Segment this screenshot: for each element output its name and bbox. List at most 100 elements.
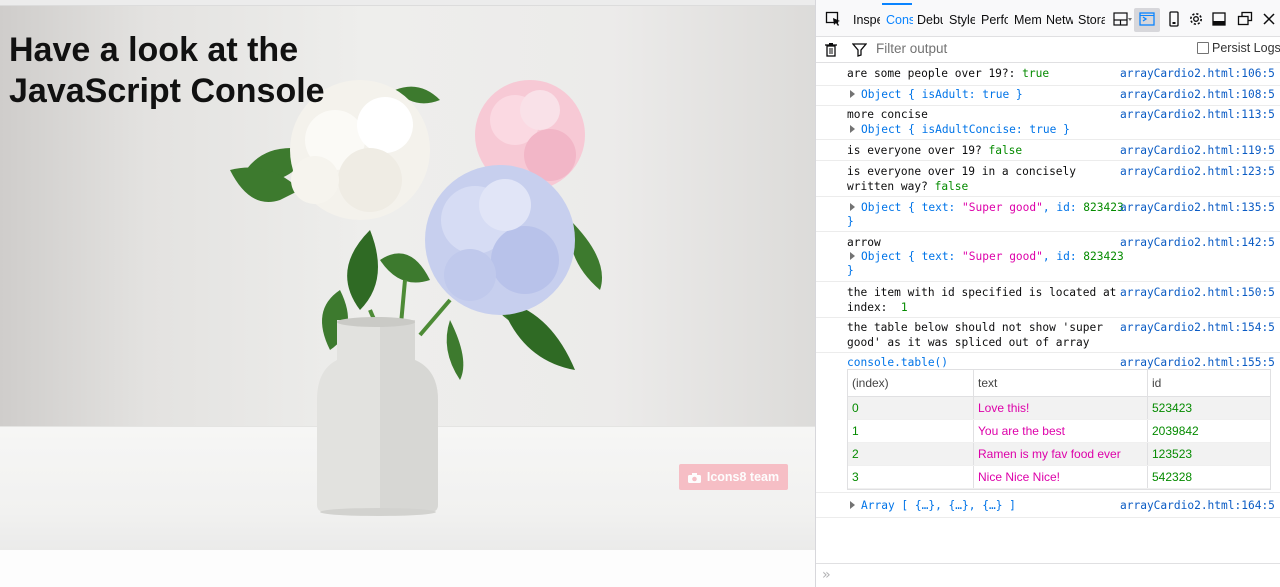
table-cell: Love this! <box>974 397 1148 419</box>
persist-logs-checkbox[interactable] <box>1197 42 1209 54</box>
log-object[interactable]: Object { text: <box>861 250 962 263</box>
source-link[interactable]: arrayCardio2.html:150:5 <box>1120 285 1275 300</box>
console-message: arrow Object { text: "Super good", id: 8… <box>816 232 1280 282</box>
log-value: true <box>1022 67 1050 80</box>
console-output: are some people over 19?: true arrayCard… <box>816 63 1280 563</box>
source-link[interactable]: arrayCardio2.html:108:5 <box>1120 87 1275 102</box>
log-text: are some people over 19?: <box>847 67 1016 80</box>
persist-logs-label: Persist Logs <box>1212 41 1280 55</box>
source-link[interactable]: arrayCardio2.html:155:5 <box>1120 355 1275 370</box>
tab-network[interactable]: Network <box>1046 12 1073 28</box>
tab-storage[interactable]: Storage <box>1078 12 1105 28</box>
log-text: is everyone over 19 in a concisely <box>847 165 1077 178</box>
source-link[interactable]: arrayCardio2.html:135:5 <box>1120 200 1275 215</box>
active-tab-indicator <box>882 3 912 5</box>
source-link[interactable]: arrayCardio2.html:119:5 <box>1120 143 1275 158</box>
table-row: 0 Love this! 523423 <box>848 397 1270 420</box>
table-cell: Ramen is my fav food ever <box>974 443 1148 465</box>
table-header-row: (index) text id <box>848 370 1270 397</box>
table-cell: 0 <box>848 397 974 419</box>
tab-style-editor[interactable]: Style Editor <box>949 12 975 28</box>
console-filter-bar: Filter output Persist Logs <box>816 37 1280 63</box>
console-message: Object { isAdult: true } arrayCardio2.ht… <box>816 86 1280 106</box>
expand-triangle-icon[interactable] <box>850 203 855 211</box>
log-string: "Super good" <box>962 250 1043 263</box>
responsive-frames-icon[interactable] <box>1113 11 1132 27</box>
table-cell: 523423 <box>1152 401 1193 415</box>
split-console-icon[interactable] <box>1139 11 1157 27</box>
source-link[interactable]: arrayCardio2.html:106:5 <box>1120 66 1275 81</box>
source-link[interactable]: arrayCardio2.html:123:5 <box>1120 164 1275 179</box>
devtools-panel: Inspector Console Debugger Style Editor … <box>815 0 1280 587</box>
log-object[interactable]: Object { text: <box>861 201 962 214</box>
log-string: "Super good" <box>962 201 1043 214</box>
log-text: console.table() <box>847 356 949 369</box>
log-object-close: } <box>847 264 854 277</box>
console-message: the item with id specified is located at… <box>816 282 1280 318</box>
filter-icon <box>851 42 869 59</box>
log-object-mid: , id: <box>1042 250 1084 263</box>
log-object-mid: , id: <box>1042 201 1084 214</box>
table-header-cell[interactable]: (index) <box>848 370 974 396</box>
photo-credit-text: Icons8 team <box>706 470 780 484</box>
page-title-line-1: Have a look at the <box>9 31 299 69</box>
expand-triangle-icon[interactable] <box>850 252 855 260</box>
console-input[interactable]: » <box>816 563 1280 587</box>
filter-output-input[interactable]: Filter output <box>876 41 947 56</box>
expand-triangle-icon[interactable] <box>850 90 855 98</box>
table-row: 1 You are the best 2039842 <box>848 420 1270 443</box>
console-message: is everyone over 19? false arrayCardio2.… <box>816 140 1280 161</box>
log-number: 823423 <box>1083 201 1124 214</box>
tab-performance[interactable]: Performance <box>981 12 1008 28</box>
table-cell: You are the best <box>974 420 1148 442</box>
log-value: false <box>934 180 969 193</box>
log-object[interactable]: Array [ {…}, {…}, {…} ] <box>861 499 1016 512</box>
table-row: 3 Nice Nice Nice! 542328 <box>848 466 1270 489</box>
expand-triangle-icon[interactable] <box>850 501 855 509</box>
tab-inspector[interactable]: Inspector <box>853 12 880 28</box>
table-cell: 2039842 <box>1152 424 1199 438</box>
table-cell: Nice Nice Nice! <box>974 466 1148 488</box>
log-text: is everyone over 19? <box>847 144 982 157</box>
source-link[interactable]: arrayCardio2.html:154:5 <box>1120 320 1275 335</box>
close-icon[interactable] <box>1261 11 1279 27</box>
expand-triangle-icon[interactable] <box>850 125 855 133</box>
table-header-cell[interactable]: id <box>1148 370 1270 396</box>
console-message: Object { text: "Super good", id: 823423 … <box>816 197 1280 232</box>
tab-console[interactable]: Console <box>886 12 913 28</box>
log-number: 823423 <box>1083 250 1124 263</box>
hydrangea-vase-photo <box>230 80 602 516</box>
table-cell: 1 <box>848 420 974 442</box>
separate-window-icon[interactable] <box>1237 11 1255 27</box>
dock-bottom-icon[interactable] <box>1211 11 1229 27</box>
element-picker-icon[interactable] <box>825 10 842 27</box>
log-object-close: } <box>847 215 854 228</box>
tab-debugger[interactable]: Debugger <box>917 12 943 28</box>
log-object[interactable]: Object { isAdultConcise: true } <box>861 123 1070 136</box>
console-message: more concise Object { isAdultConcise: tr… <box>816 106 1280 140</box>
page-title: Have a look at the JavaScript Console <box>9 30 389 112</box>
gear-icon[interactable] <box>1188 11 1206 27</box>
photo-credit-badge[interactable]: Icons8 team <box>679 464 788 490</box>
table-cell: 542328 <box>1152 470 1193 484</box>
table-row: 2 Ramen is my fav food ever 123523 <box>848 443 1270 466</box>
console-message: the table below should not show 'super g… <box>816 318 1280 353</box>
console-message: are some people over 19?: true arrayCard… <box>816 63 1280 86</box>
source-link[interactable]: arrayCardio2.html:113:5 <box>1120 107 1275 122</box>
tab-memory[interactable]: Memory <box>1014 12 1041 28</box>
console-message: Array [ {…}, {…}, {…} ] arrayCardio2.htm… <box>816 494 1280 518</box>
persist-logs-toggle[interactable]: Persist Logs <box>1197 41 1280 55</box>
table-header-cell[interactable]: text <box>974 370 1148 396</box>
web-page: Have a look at the JavaScript Console Ic… <box>0 0 815 587</box>
page-title-line-2: JavaScript Console <box>9 72 325 110</box>
log-object[interactable]: Object { isAdult: true } <box>861 88 1023 101</box>
table-cell: 3 <box>848 466 974 488</box>
console-message: is everyone over 19 in a concisely writt… <box>816 161 1280 197</box>
source-link[interactable]: arrayCardio2.html:142:5 <box>1120 235 1275 250</box>
trash-icon[interactable] <box>824 42 841 59</box>
log-text: the item with id specified is located at <box>847 286 1117 299</box>
log-text: more concise <box>847 108 928 121</box>
console-prompt-icon: » <box>822 567 831 583</box>
source-link[interactable]: arrayCardio2.html:164:5 <box>1120 498 1275 513</box>
device-mode-icon[interactable] <box>1166 11 1184 27</box>
